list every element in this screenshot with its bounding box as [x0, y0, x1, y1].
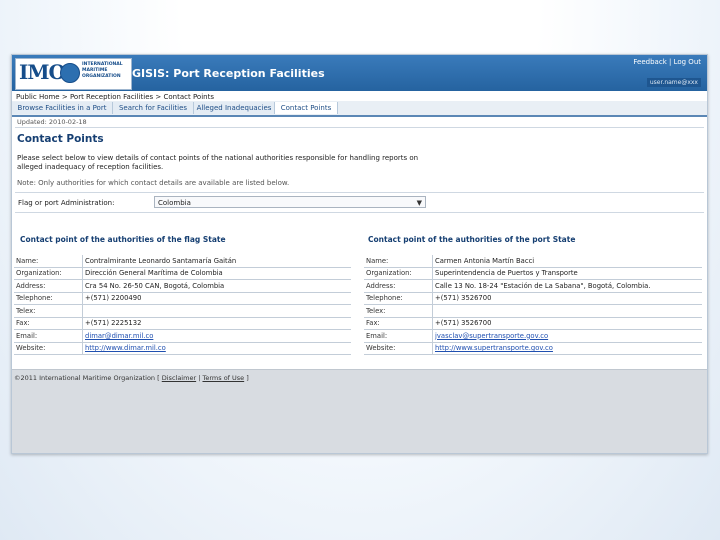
breadcrumb-current: Contact Points — [163, 93, 214, 101]
link-separator: | — [668, 58, 672, 66]
row-value: +(571) 3526700 — [432, 292, 702, 305]
row-value-cell: dimar@dimar.mil.co — [82, 329, 351, 343]
row-value: Carmen Antonia Martín Bacci — [432, 255, 702, 268]
row-key: Name: — [364, 255, 433, 268]
divider — [15, 192, 704, 193]
note-text: Note: Only authorities for which contact… — [17, 179, 290, 187]
tab-contact-points[interactable]: Contact Points — [275, 102, 338, 114]
site-footer: ©2011 International Maritime Organizatio… — [12, 369, 707, 453]
administration-select[interactable]: Colombia ▼ — [154, 196, 426, 208]
user-label: user.name@xxx — [646, 78, 701, 87]
row-value: +(571) 3526700 — [432, 317, 702, 330]
row-key: Fax: — [14, 317, 83, 330]
row-key: Website: — [364, 342, 433, 355]
breadcrumb-public-home[interactable]: Public Home — [16, 93, 60, 101]
row-value: Dirección General Marítima de Colombia — [82, 267, 351, 280]
email-link[interactable]: jvasclav@supertransporte.gov.co — [435, 332, 548, 340]
feedback-link[interactable]: Feedback — [633, 58, 666, 66]
table-row: Fax: +(571) 2225132 — [14, 317, 351, 330]
table-row: Name: Contralmirante Leonardo Santamaría … — [14, 255, 351, 268]
row-key: Website: — [14, 342, 83, 355]
breadcrumb: Public Home > Port Reception Facilities … — [16, 93, 214, 101]
footer-separator: | — [198, 374, 201, 382]
row-key: Email: — [364, 329, 433, 343]
table-row: Website: http://www.dimar.mil.co — [14, 342, 351, 355]
tab-bar: Browse Facilities in a Port Search for F… — [12, 101, 707, 117]
logo-text: IMO — [19, 60, 66, 84]
row-value: Cra 54 No. 26-50 CAN, Bogotá, Colombia — [82, 279, 351, 293]
tab-browse-facilities[interactable]: Browse Facilities in a Port — [12, 102, 113, 114]
tab-alleged-inadequacies[interactable]: Alleged Inadequacies — [194, 102, 275, 114]
administration-label: Flag or port Administration: — [18, 199, 115, 207]
updated-date: Updated: 2010-02-18 — [17, 118, 87, 126]
row-value-cell: http://www.supertransporte.gov.co — [432, 342, 702, 355]
table-row: Telephone: +(571) 2200490 — [14, 292, 351, 305]
row-key: Email: — [14, 329, 83, 343]
website-link[interactable]: http://www.dimar.mil.co — [85, 344, 166, 352]
table-row: Email: dimar@dimar.mil.co — [14, 329, 351, 343]
breadcrumb-port-reception[interactable]: Port Reception Facilities — [70, 93, 153, 101]
row-key: Address: — [14, 279, 83, 293]
copyright: ©2011 International Maritime Organizatio… — [14, 374, 156, 382]
port-contact-title: Contact point of the authorities of the … — [368, 235, 576, 244]
email-link[interactable]: dimar@dimar.mil.co — [85, 332, 153, 340]
site-header: IMO INTERNATIONAL MARITIME ORGANIZATION … — [12, 55, 707, 91]
row-key: Telex: — [14, 304, 83, 318]
row-value — [82, 304, 351, 318]
row-key: Name: — [14, 255, 83, 268]
table-row: Email: jvasclav@supertransporte.gov.co — [364, 329, 702, 343]
row-value — [432, 304, 702, 318]
row-key: Fax: — [364, 317, 433, 330]
table-row: Address: Calle 13 No. 18-24 "Estación de … — [364, 279, 702, 293]
breadcrumb-separator: > — [153, 93, 164, 101]
row-value: Superintendencia de Puertos y Transporte — [432, 267, 702, 280]
tab-search-facilities[interactable]: Search for Facilities — [113, 102, 194, 114]
row-key: Telephone: — [14, 292, 83, 305]
row-key: Telephone: — [364, 292, 433, 305]
divider — [15, 127, 704, 128]
row-key: Organization: — [14, 267, 83, 280]
select-value: Colombia — [158, 199, 191, 207]
top-links: Feedback | Log Out — [633, 58, 701, 66]
table-row: Organization: Dirección General Marítima … — [14, 267, 351, 280]
terms-link[interactable]: Terms of Use — [202, 374, 244, 382]
table-row: Address: Cra 54 No. 26-50 CAN, Bogotá, Co… — [14, 279, 351, 293]
app-title: GISIS: Port Reception Facilities — [132, 67, 325, 80]
table-row: Organization: Superintendencia de Puertos… — [364, 267, 702, 280]
browser-page: IMO INTERNATIONAL MARITIME ORGANIZATION … — [11, 54, 708, 454]
table-row: Website: http://www.supertransporte.gov.c… — [364, 342, 702, 355]
breadcrumb-separator: > — [59, 93, 70, 101]
divider — [15, 212, 704, 213]
flag-contact-table: Name: Contralmirante Leonardo Santamaría … — [14, 255, 351, 355]
row-key: Organization: — [364, 267, 433, 280]
row-value: Contralmirante Leonardo Santamaría Gaitá… — [82, 255, 351, 268]
logout-link[interactable]: Log Out — [674, 58, 701, 66]
globe-icon — [60, 63, 80, 83]
table-row: Telex: — [14, 304, 351, 318]
imo-logo[interactable]: IMO INTERNATIONAL MARITIME ORGANIZATION — [15, 58, 132, 90]
row-key: Telex: — [364, 304, 433, 318]
footer-bracket: ] — [246, 374, 249, 382]
port-contact-table: Name: Carmen Antonia Martín Bacci Organiz… — [364, 255, 702, 355]
logo-subtext: INTERNATIONAL MARITIME ORGANIZATION — [82, 62, 123, 79]
row-key: Address: — [364, 279, 433, 293]
row-value: +(571) 2200490 — [82, 292, 351, 305]
disclaimer-link[interactable]: Disclaimer — [162, 374, 196, 382]
footer-text: ©2011 International Maritime Organizatio… — [14, 374, 249, 382]
flag-contact-title: Contact point of the authorities of the … — [20, 235, 226, 244]
table-row: Telex: — [364, 304, 702, 318]
row-value-cell: http://www.dimar.mil.co — [82, 342, 351, 355]
intro-text: Please select below to view details of c… — [17, 154, 419, 171]
table-row: Telephone: +(571) 3526700 — [364, 292, 702, 305]
table-row: Fax: +(571) 3526700 — [364, 317, 702, 330]
chevron-down-icon: ▼ — [416, 199, 422, 207]
page-title: Contact Points — [17, 133, 104, 145]
row-value: Calle 13 No. 18-24 "Estación de La Saban… — [432, 279, 702, 293]
row-value-cell: jvasclav@supertransporte.gov.co — [432, 329, 702, 343]
row-value: +(571) 2225132 — [82, 317, 351, 330]
footer-bracket: [ — [157, 374, 160, 382]
website-link[interactable]: http://www.supertransporte.gov.co — [435, 344, 553, 352]
table-row: Name: Carmen Antonia Martín Bacci — [364, 255, 702, 268]
